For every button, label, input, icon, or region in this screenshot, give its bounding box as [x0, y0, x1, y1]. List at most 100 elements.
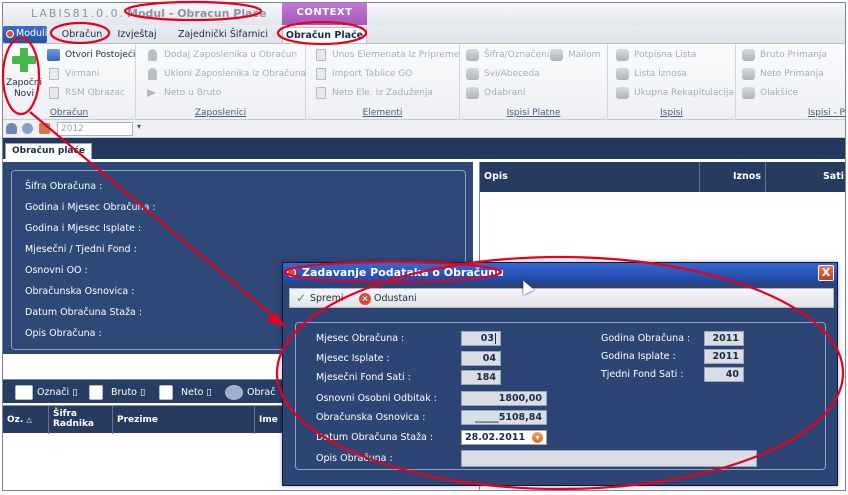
calendar-icon[interactable] [39, 123, 50, 134]
neto-u-bruto-button[interactable]: Neto u Bruto [146, 85, 221, 101]
godina-isplate-input[interactable]: 2011 [704, 349, 744, 364]
column-iznos[interactable]: Iznos [700, 162, 766, 192]
mjesec-obracuna-value: 03 [480, 333, 494, 344]
dialog-title: Zadavanje Podataka o Obračunu [302, 266, 504, 279]
ukloni-zaposlenika-button[interactable]: Ukloni Zaposlenika iz Obračuna [146, 66, 306, 82]
remove-person-icon [148, 68, 157, 80]
import-tablice-button[interactable]: Import Tablice GO [314, 66, 412, 82]
group-ispisi-platne: Šifra/Označeni Mailom Svi/Abeceda Odabra… [460, 44, 608, 120]
document-icon [89, 385, 103, 400]
document-tab[interactable]: Obračun plaće [5, 143, 92, 159]
sort-icon: △ [26, 416, 32, 424]
sifra-oznaceni-label: Šifra/Označeni [484, 50, 550, 60]
tab-obracun[interactable]: Obračun [57, 27, 107, 43]
potpisna-lista-label: Potpisna Lista [634, 50, 697, 60]
mjesec-obracuna-input[interactable]: 03 [461, 331, 501, 346]
neto-label: Neto [181, 387, 204, 398]
close-button[interactable]: X [818, 265, 834, 281]
list-icon [316, 49, 326, 61]
moduli-button[interactable]: Moduli [3, 26, 47, 43]
column-prezime[interactable]: Prezime [113, 406, 255, 434]
tab-zajednicki-sifarnici[interactable]: Zajednički Šifarnici [169, 27, 277, 43]
column-oz[interactable]: Oz. △ [3, 406, 49, 434]
printer-icon [742, 49, 755, 61]
info-sifra-obracuna: Šifra Obračuna : [25, 181, 103, 192]
mailom-button[interactable]: Mailom [550, 47, 601, 63]
obracun-dialog: Zadavanje Podataka o Obračunu X ✓ Spremi… [282, 262, 838, 486]
rsm-obrazac-button[interactable]: RSM Obrazac [47, 85, 125, 101]
group-label-ispisi-p: Ispisi - P [807, 108, 845, 118]
ukupna-rekapitulacija-button[interactable]: Ukupna Rekapitulacija [616, 85, 734, 101]
dropdown-arrow-icon[interactable]: ▾ [137, 122, 141, 131]
neto-button[interactable]: Neto ▯ [159, 384, 212, 401]
potpisna-lista-button[interactable]: Potpisna Lista [616, 47, 696, 63]
dodaj-zaposlenika-button[interactable]: Dodaj Zaposlenika u Obračun [146, 47, 297, 63]
label-datum-obracuna-staza: Datum Obračuna Staža : [316, 432, 434, 443]
dodaj-zaposlenika-label: Dodaj Zaposlenika u Obračun [164, 50, 298, 60]
menu-bar: Moduli Obračun Izvještaj Zajednički Šifa… [3, 25, 845, 44]
bruto-primanja-button[interactable]: Bruto Primanja [742, 47, 827, 63]
group-label-ispisi-platne: Ispisi Platne [506, 108, 561, 118]
column-sati[interactable]: Sati [766, 162, 845, 192]
dialog-toolbar: ✓ Spremi × Odustani [289, 288, 834, 308]
printer-icon [616, 49, 629, 61]
label-mjesec-obracuna: Mjesec Obračuna : [316, 333, 405, 344]
odabrani-button[interactable]: Odabrani [466, 85, 525, 101]
window-title: Modul - Obracun Plaće [127, 7, 267, 20]
tab-obracun-place[interactable]: Obračun Plaće [282, 27, 367, 43]
printer-icon [742, 68, 755, 80]
zapocni-novi-button[interactable]: Započni Novi [5, 46, 43, 110]
table-icon [316, 87, 326, 99]
dialog-title-bar[interactable]: Zadavanje Podataka o Obračunu X [283, 263, 837, 283]
odabrani-label: Odabrani [484, 88, 526, 98]
mailom-label: Mailom [568, 50, 601, 60]
obracun-label: Obrač [247, 387, 276, 398]
neto-primanja-button[interactable]: Neto Primanja [742, 66, 824, 82]
quick-toolbar: 2012 ▾ [3, 120, 845, 138]
moduli-label: Moduli [16, 28, 48, 39]
spremi-button[interactable]: ✓ Spremi [294, 291, 344, 306]
sifra-oznaceni-button[interactable]: Šifra/Označeni [466, 47, 549, 63]
obracunska-osnovica-input[interactable]: _____5108,84 [461, 410, 547, 425]
otvori-postojeci-button[interactable]: Otvori Postojeći [47, 47, 135, 63]
svi-abeceda-button[interactable]: Svi/Abeceda [466, 66, 540, 82]
neto-u-bruto-label: Neto u Bruto [164, 88, 222, 98]
plus-icon [12, 48, 36, 72]
label-mjesecni-fond-sati: Mjesečni Fond Sati : [316, 372, 411, 383]
year-select[interactable]: 2012 [57, 122, 133, 136]
import-icon [316, 68, 326, 80]
odustani-button[interactable]: × Odustani [358, 291, 417, 306]
gear-icon[interactable] [22, 123, 33, 134]
godina-obracuna-input[interactable]: 2011 [704, 331, 744, 346]
datum-obracuna-staza-value: 28.02.2011 [465, 432, 526, 443]
mjesecni-fond-sati-input[interactable]: 184 [461, 370, 501, 385]
oznaci-label: Označi [37, 387, 70, 398]
oznaci-button[interactable]: Označi ▯ [15, 384, 77, 401]
virmani-button[interactable]: Virmani [47, 66, 100, 82]
lista-iznosa-button[interactable]: Lista Iznosa [616, 66, 687, 82]
tab-izvjestaj[interactable]: Izvještaj [109, 27, 165, 43]
info-godina-mjesec-obracuna: Godina i Mjesec Obračuna : [25, 202, 156, 213]
column-sifra-radnika[interactable]: Šifra Radnika [49, 406, 113, 434]
lista-iznosa-label: Lista Iznosa [634, 69, 687, 79]
import-tablice-label: Import Tablice GO [332, 69, 413, 79]
unos-elemenata-button[interactable]: Unos Elemenata Iz Pripreme [314, 47, 459, 63]
column-opis[interactable]: Opis [480, 162, 700, 192]
olaksice-button[interactable]: Olakšice [742, 85, 798, 101]
user-icon[interactable] [6, 123, 17, 134]
printer-icon [616, 87, 629, 99]
osnovni-osobni-odbitak-input[interactable]: 1800,00 [461, 391, 547, 406]
calendar-picker-icon[interactable]: ▾ [531, 431, 544, 444]
label-godina-isplate: Godina Isplate : [601, 351, 676, 362]
printer-icon [466, 68, 479, 80]
info-osnovni-oo: Osnovni OO : [25, 265, 88, 276]
mjesec-isplate-input[interactable]: 04 [461, 351, 501, 366]
ukloni-zaposlenika-label: Ukloni Zaposlenika iz Obračuna [164, 69, 307, 79]
neto-ele-button[interactable]: Neto Ele. Iz Zaduženja [314, 85, 433, 101]
spremi-label: Spremi [310, 293, 344, 304]
tjedni-fond-sati-input[interactable]: 40 [704, 367, 744, 382]
document-icon [159, 385, 173, 400]
bruto-button[interactable]: Bruto ▯ [89, 384, 145, 401]
obracun-button[interactable]: Obrač [225, 384, 275, 401]
opis-obracuna-input[interactable] [461, 450, 757, 467]
